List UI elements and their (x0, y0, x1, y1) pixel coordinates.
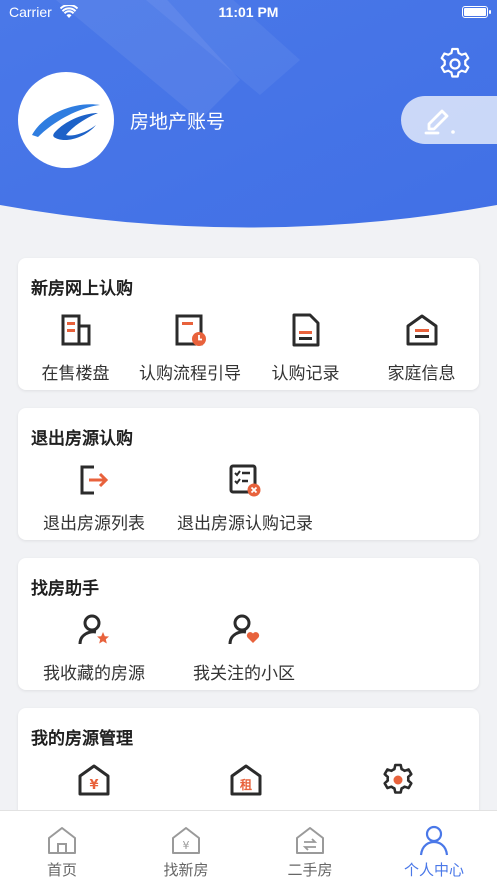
item-label: 认购记录 (271, 364, 340, 383)
profile-header: Carrier 11:01 PM 房地产账号 (0, 0, 497, 245)
section-title: 退出房源认购 (31, 429, 133, 448)
item-exit-subscription-record[interactable]: 退出房源认购记录 (170, 460, 320, 534)
tab-label: 找新房 (163, 862, 209, 879)
item-subscription-record[interactable]: 认购记录 (268, 310, 343, 384)
second-hand-icon (296, 827, 324, 854)
item-label: 我关注的小区 (193, 664, 295, 683)
edit-icon (424, 109, 455, 135)
edit-profile-button[interactable] (401, 96, 497, 144)
item-label: 家庭信息 (387, 364, 456, 383)
item-favorite-houses[interactable]: 我收藏的房源 (38, 610, 150, 684)
tab-profile[interactable]: 个人中心 (372, 811, 496, 883)
svg-text:¥: ¥ (183, 839, 190, 852)
tab-home[interactable]: 首页 (0, 811, 124, 883)
account-name[interactable]: 房地产账号 (130, 107, 225, 134)
rent-house-icon: 租 (226, 760, 266, 800)
section-house-finder: 找房助手 我收藏的房源 我关注的小区 (18, 558, 479, 690)
profile-icon (419, 825, 449, 856)
item-label: 退出房源认购记录 (177, 514, 313, 533)
gear-icon (440, 47, 470, 78)
item-followed-communities[interactable]: 我关注的小区 (188, 610, 300, 684)
item-exit-house-list[interactable]: 退出房源列表 (38, 460, 150, 534)
record-icon (286, 310, 326, 350)
item-sell-house[interactable]: ¥ (56, 760, 131, 800)
tab-second-hand[interactable]: 二手房 (248, 811, 372, 883)
exit-list-icon (74, 460, 114, 500)
home-info-icon (402, 310, 442, 350)
process-guide-icon (170, 310, 210, 350)
item-label: 退出房源列表 (43, 514, 145, 533)
house-settings-icon (378, 760, 418, 800)
settings-button[interactable] (437, 46, 473, 82)
section-exit-subscription: 退出房源认购 退出房源列表 退出房源认购记录 (18, 408, 479, 540)
item-subscription-guide[interactable]: 认购流程引导 (134, 310, 246, 384)
tab-new-house[interactable]: ¥ 找新房 (124, 811, 248, 883)
building-icon (56, 310, 96, 350)
home-icon (48, 827, 76, 854)
item-rent-house[interactable]: 租 (208, 760, 283, 800)
item-house-settings[interactable] (360, 760, 435, 800)
item-label: 在售楼盘 (41, 364, 110, 383)
svg-text:¥: ¥ (89, 778, 98, 793)
battery-icon (462, 6, 491, 18)
section-title: 找房助手 (31, 579, 99, 598)
sell-house-icon: ¥ (74, 760, 114, 800)
section-title: 我的房源管理 (31, 729, 133, 748)
new-house-icon: ¥ (172, 827, 200, 854)
item-family-info[interactable]: 家庭信息 (384, 310, 459, 384)
bottom-tab-bar: 首页 ¥ 找新房 二手房 个人中心 (0, 810, 497, 883)
section-new-house-subscription: 新房网上认购 在售楼盘 认购流程引导 认购记录 家庭信息 (18, 258, 479, 390)
exit-record-icon (225, 460, 265, 500)
status-bar: Carrier 11:01 PM (0, 0, 497, 26)
status-time: 11:01 PM (218, 4, 279, 20)
svg-text:租: 租 (239, 778, 251, 792)
tab-label: 个人中心 (403, 862, 464, 879)
follow-user-icon (224, 610, 264, 650)
item-label: 认购流程引导 (139, 364, 241, 383)
favorite-user-icon (74, 610, 114, 650)
section-title: 新房网上认购 (31, 279, 133, 298)
item-label: 我收藏的房源 (43, 664, 145, 683)
item-on-sale-projects[interactable]: 在售楼盘 (38, 310, 113, 384)
company-logo (32, 104, 100, 141)
tab-label: 二手房 (287, 862, 333, 879)
tab-label: 首页 (46, 862, 77, 879)
avatar[interactable] (18, 72, 114, 168)
